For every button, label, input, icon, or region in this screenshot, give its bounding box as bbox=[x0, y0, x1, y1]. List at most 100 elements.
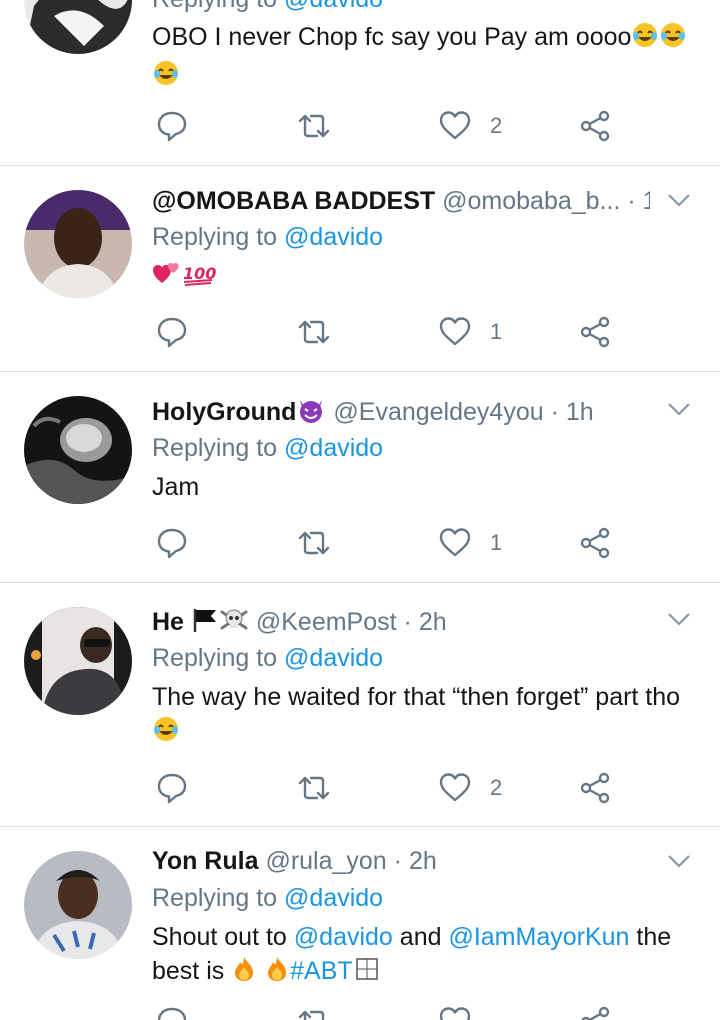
avatar-image bbox=[24, 607, 132, 715]
replying-to: Replying to @davido bbox=[152, 884, 384, 912]
user-handle[interactable]: @KeemPost bbox=[256, 608, 397, 636]
heart-icon bbox=[439, 317, 471, 346]
like-button[interactable]: 1 bbox=[438, 523, 502, 563]
tweet-actions: 1 bbox=[0, 312, 720, 352]
share-icon bbox=[580, 527, 610, 559]
tears-of-joy-emoji bbox=[631, 21, 659, 58]
tweet[interactable]: HolyGround @Evangeldey4you · 1h Replying… bbox=[0, 372, 720, 582]
retweet-button[interactable] bbox=[297, 523, 331, 563]
reply-button[interactable] bbox=[155, 106, 189, 146]
avatar[interactable] bbox=[24, 607, 132, 715]
share-button[interactable] bbox=[578, 1002, 612, 1020]
mention-link[interactable]: @davido bbox=[294, 923, 393, 951]
retweet-icon bbox=[298, 531, 330, 555]
retweet-button[interactable] bbox=[297, 1002, 331, 1020]
replying-to: Replying to @davido bbox=[152, 0, 383, 16]
avatar-image bbox=[24, 851, 132, 959]
reply-bubble-icon bbox=[157, 528, 187, 559]
tweet-text: Jam bbox=[152, 473, 200, 501]
like-button[interactable]: 1 bbox=[438, 312, 502, 352]
display-name[interactable]: @OMOBABA BADDEST bbox=[152, 187, 435, 215]
timestamp[interactable]: · 2h bbox=[394, 847, 437, 875]
like-button[interactable] bbox=[438, 1002, 472, 1020]
mention-link[interactable]: @IamMayorKun bbox=[448, 923, 629, 951]
share-button[interactable] bbox=[578, 312, 612, 352]
avatar-image bbox=[24, 190, 132, 298]
like-button[interactable]: 2 bbox=[438, 106, 502, 146]
reply-button[interactable] bbox=[155, 312, 189, 352]
share-icon bbox=[580, 110, 610, 142]
share-button[interactable] bbox=[578, 768, 612, 808]
heart-icon bbox=[439, 1007, 471, 1020]
hashtag-link[interactable]: #ABT bbox=[290, 957, 353, 985]
reply-bubble-icon bbox=[157, 317, 187, 348]
avatar[interactable] bbox=[24, 396, 132, 504]
hundred-points-emoji: 100 bbox=[182, 259, 216, 296]
share-button[interactable] bbox=[578, 106, 612, 146]
mention-link[interactable]: @davido bbox=[284, 644, 383, 672]
share-icon bbox=[580, 316, 610, 348]
tweet[interactable]: @OMOBABA BADDEST @omobaba_b... · 1h Repl… bbox=[0, 166, 720, 371]
tweet-header: HolyGround @Evangeldey4you · 1h bbox=[152, 395, 640, 429]
tweet-header: @OMOBABA BADDEST @omobaba_b... · 1h bbox=[152, 184, 650, 218]
tweet[interactable]: Yon Rula @rula_yon · 2h Replying to @dav… bbox=[0, 827, 720, 1020]
retweet-button[interactable] bbox=[297, 768, 331, 808]
two-hearts-emoji bbox=[152, 259, 182, 296]
chevron-down-icon[interactable] bbox=[666, 606, 692, 632]
like-count: 2 bbox=[490, 775, 503, 800]
like-count: 1 bbox=[490, 319, 503, 344]
avatar[interactable] bbox=[24, 0, 132, 54]
tweet-text: OBO I never Chop fc say you Pay am oooo bbox=[152, 20, 688, 96]
avatar[interactable] bbox=[24, 851, 132, 959]
reply-button[interactable] bbox=[155, 523, 189, 563]
timestamp[interactable]: · 2h bbox=[404, 608, 447, 636]
retweet-icon bbox=[298, 1010, 325, 1020]
chevron-down-icon[interactable] bbox=[666, 848, 692, 874]
mention-link[interactable]: @davido bbox=[284, 223, 383, 251]
mention-link[interactable]: @davido bbox=[284, 884, 383, 912]
retweet-icon bbox=[298, 776, 330, 800]
tweet-actions: 2 bbox=[0, 106, 720, 146]
mention-link[interactable]: @davido bbox=[284, 0, 383, 13]
tweet[interactable]: He @KeemPost · 2h Replying to @davido Th… bbox=[0, 583, 720, 826]
retweet-icon bbox=[298, 320, 330, 344]
heart-icon bbox=[439, 111, 471, 140]
skull-crossbones-emoji bbox=[219, 606, 249, 639]
share-icon bbox=[580, 772, 610, 804]
user-handle[interactable]: @omobaba_b... bbox=[442, 187, 620, 215]
like-button[interactable]: 2 bbox=[438, 768, 502, 808]
display-name[interactable]: HolyGround bbox=[152, 398, 326, 426]
like-count: 1 bbox=[490, 530, 503, 555]
tears-of-joy-emoji bbox=[659, 21, 687, 58]
heart-icon bbox=[439, 528, 471, 557]
retweet-button[interactable] bbox=[297, 312, 331, 352]
user-handle[interactable]: @Evangeldey4you bbox=[333, 398, 543, 426]
reply-bubble-icon bbox=[157, 111, 187, 142]
display-name[interactable]: He bbox=[152, 608, 249, 636]
reply-button[interactable] bbox=[155, 768, 189, 808]
replying-to: Replying to @davido bbox=[152, 644, 384, 672]
replying-to: Replying to @davido bbox=[152, 223, 384, 251]
tweet-text: 100 bbox=[152, 258, 688, 296]
retweet-button[interactable] bbox=[297, 106, 331, 146]
mention-link[interactable]: @davido bbox=[284, 434, 383, 462]
chevron-down-icon[interactable] bbox=[666, 396, 692, 422]
tweet-actions: 1 bbox=[0, 523, 720, 563]
retweet-icon bbox=[298, 114, 330, 138]
user-handle[interactable]: @rula_yon bbox=[265, 847, 386, 875]
like-count: 2 bbox=[490, 113, 503, 138]
tweet-text: Shout out to @davido and @IamMayorKun th… bbox=[152, 920, 688, 992]
fire-emoji bbox=[231, 955, 257, 992]
black-flag-emoji bbox=[191, 606, 219, 639]
share-button[interactable] bbox=[578, 523, 612, 563]
tears-of-joy-emoji bbox=[152, 715, 180, 752]
reply-button[interactable] bbox=[155, 1002, 189, 1020]
chevron-down-icon[interactable] bbox=[666, 187, 692, 213]
timestamp[interactable]: · 1h bbox=[627, 187, 650, 215]
display-name[interactable]: Yon Rula bbox=[152, 847, 258, 875]
smiling-devil-emoji bbox=[296, 396, 326, 429]
avatar[interactable] bbox=[24, 190, 132, 298]
reply-bubble-icon bbox=[157, 1007, 187, 1020]
timestamp[interactable]: · 1h bbox=[551, 398, 594, 426]
tweet[interactable]: Replying to @davido OBO I never Chop fc … bbox=[0, 0, 720, 165]
